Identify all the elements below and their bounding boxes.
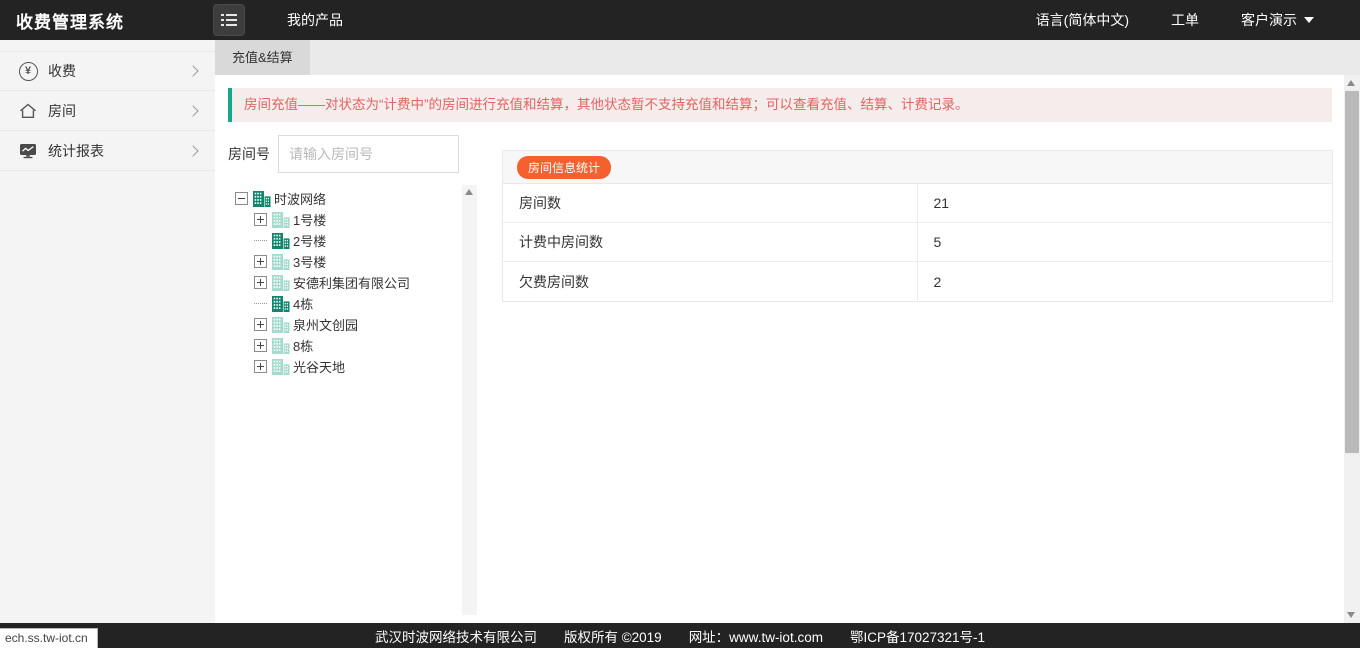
stat-label: 欠费房间数 [503,262,918,301]
scroll-down-icon[interactable] [1347,612,1355,618]
sidebar-item-label: 统计报表 [48,141,104,161]
work-order-menu[interactable]: 工单 [1171,10,1199,30]
stats-panel-header: 房间信息统计 [503,151,1332,184]
room-stats-panel: 房间信息统计 房间数 21 计费中房间数 5 欠费房间数 2 [502,150,1333,302]
tree-node-label[interactable]: 泉州文创园 [293,315,358,334]
stats-badge: 房间信息统计 [517,156,611,179]
footer: 武汉时波网络技术有限公司 版权所有 ©2019 网址：www.tw-iot.co… [0,623,1360,648]
tree-scrollbar[interactable] [462,185,477,615]
chevron-right-icon [187,105,198,116]
building-icon [251,191,271,207]
tree-expand-icon[interactable] [254,213,267,226]
tree-connector-line [254,233,267,241]
user-menu[interactable]: 客户演示 [1241,10,1314,30]
room-number-input[interactable] [278,135,459,173]
topbar: 收费管理系统 我的产品 语言(简体中文) 工单 客户演示 [0,0,1360,40]
footer-website-link[interactable]: 网址：www.tw-iot.com [689,626,823,646]
home-icon [16,102,40,120]
report-board-icon [16,143,40,159]
building-icon [270,338,290,354]
tree-node[interactable]: 8栋 [254,335,480,356]
sidebar-item-charging[interactable]: ¥ 收费 [0,51,215,91]
footer-copyright: 版权所有 ©2019 [564,626,662,646]
room-number-row: 房间号 [228,135,480,173]
tab-bar: 充值&结算 [215,40,1360,75]
stat-label: 房间数 [503,184,918,222]
tree-node[interactable]: 1号楼 [254,209,480,230]
building-icon [270,359,290,375]
tree-node[interactable]: 光谷天地 [254,356,480,377]
sidebar-item-label: 收费 [48,61,76,81]
main-area: 充值&结算 房间充值——对状态为“计费中”的房间进行充值和结算，其他状态暂不支持… [215,40,1360,623]
stat-label: 计费中房间数 [503,223,918,261]
tree-expand-icon[interactable] [254,339,267,352]
main-scrollbar[interactable] [1344,75,1360,623]
sidebar-item-rooms[interactable]: 房间 [0,91,215,131]
tree-node[interactable]: 安德利集团有限公司 [254,272,480,293]
sidebar-item-label: 房间 [48,101,76,121]
topbar-right: 语言(简体中文) 工单 客户演示 [1036,10,1360,30]
scroll-up-icon[interactable] [465,189,473,195]
chevron-down-icon [1304,17,1314,23]
scroll-up-icon[interactable] [1347,80,1355,86]
tree-expand-icon[interactable] [254,318,267,331]
scrollbar-thumb[interactable] [1345,91,1359,453]
room-search-panel: 房间号 时波网络 1号楼 [228,135,480,377]
tree-node-label[interactable]: 2号楼 [293,231,326,250]
sidebar-item-reports[interactable]: 统计报表 [0,131,215,171]
tree-node[interactable]: 2号楼 [254,230,480,251]
app-title: 收费管理系统 [16,8,124,33]
stat-value: 2 [918,262,1333,301]
user-menu-label: 客户演示 [1241,10,1297,30]
tree-node-label[interactable]: 8栋 [293,336,313,355]
chevron-right-icon [187,65,198,76]
tree-node-label[interactable]: 3号楼 [293,252,326,271]
yen-circle-icon: ¥ [16,62,40,81]
building-icon [270,233,290,249]
footer-company: 武汉时波网络技术有限公司 [375,626,537,646]
tab-recharge-settlement[interactable]: 充值&结算 [215,40,310,75]
table-row: 房间数 21 [503,184,1332,223]
footer-icp: 鄂ICP备17027321号-1 [850,626,985,646]
content-area: 房间充值——对状态为“计费中”的房间进行充值和结算，其他状态暂不支持充值和结算；… [215,75,1360,623]
tree-node-label[interactable]: 光谷天地 [293,357,345,376]
tree-node-label[interactable]: 安德利集团有限公司 [293,273,410,292]
table-row: 计费中房间数 5 [503,223,1332,262]
room-number-label: 房间号 [228,144,270,164]
tree-collapse-icon[interactable] [235,192,248,205]
status-url-tooltip: ech.ss.tw-iot.cn [0,628,98,648]
sidebar-toggle-button[interactable] [213,4,245,36]
stat-value: 21 [918,184,1333,222]
building-icon [270,275,290,291]
tree-expand-icon[interactable] [254,276,267,289]
info-alert: 房间充值——对状态为“计费中”的房间进行充值和结算，其他状态暂不支持充值和结算；… [228,88,1332,122]
stat-value: 5 [918,223,1333,261]
tree-node-label[interactable]: 4栋 [293,294,313,313]
table-row: 欠费房间数 2 [503,262,1332,301]
building-tree: 时波网络 1号楼 2号楼 3号楼 [235,188,480,377]
sidebar: ¥ 收费 房间 统计报表 [0,40,215,623]
tree-node-label[interactable]: 时波网络 [274,189,326,208]
tree-node[interactable]: 4栋 [254,293,480,314]
tree-expand-icon[interactable] [254,255,267,268]
my-products-menu[interactable]: 我的产品 [287,10,343,30]
tree-expand-icon[interactable] [254,360,267,373]
building-icon [270,317,290,333]
building-icon [270,254,290,270]
tree-connector-line [254,296,267,304]
tree-node-label[interactable]: 1号楼 [293,210,326,229]
building-icon [270,212,290,228]
language-menu[interactable]: 语言(简体中文) [1036,10,1129,30]
tree-node[interactable]: 时波网络 [235,188,480,209]
building-icon [270,296,290,312]
tree-node[interactable]: 泉州文创园 [254,314,480,335]
list-icon [221,13,237,27]
tree-node[interactable]: 3号楼 [254,251,480,272]
chevron-right-icon [187,145,198,156]
